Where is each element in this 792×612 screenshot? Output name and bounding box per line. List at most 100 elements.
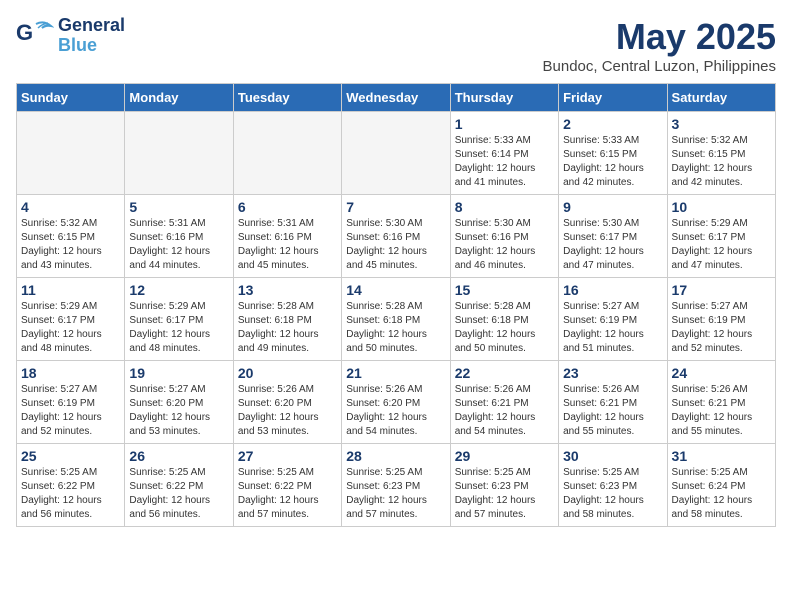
day-number: 14 <box>346 282 445 298</box>
day-number: 10 <box>672 199 771 215</box>
calendar-week-row: 18 Sunrise: 5:27 AM Sunset: 6:19 PM Dayli… <box>17 361 776 444</box>
day-info: Sunrise: 5:32 AM Sunset: 6:15 PM Dayligh… <box>21 217 120 273</box>
calendar-week-row: 4 Sunrise: 5:32 AM Sunset: 6:15 PM Daylig… <box>17 195 776 278</box>
logo-icon: G <box>16 18 54 54</box>
day-info: Sunrise: 5:31 AM Sunset: 6:16 PM Dayligh… <box>238 217 337 273</box>
day-number: 27 <box>238 448 337 464</box>
day-number: 3 <box>672 116 771 132</box>
calendar-cell: 5Sunrise: 5:31 AM Sunset: 6:16 PM Daylig… <box>125 195 233 278</box>
calendar-week-row: 1Sunrise: 5:33 AM Sunset: 6:14 PM Daylig… <box>17 112 776 195</box>
calendar-cell: 28 Sunrise: 5:25 AM Sunset: 6:23 PM Dayli… <box>342 444 450 527</box>
day-info: Sunrise: 5:25 AM Sunset: 6:23 PM Dayligh… <box>346 466 445 522</box>
logo: G General Blue <box>16 16 125 56</box>
day-number: 7 <box>346 199 445 215</box>
weekday-header: Thursday <box>450 84 558 112</box>
day-number: 16 <box>563 282 662 298</box>
day-number: 6 <box>238 199 337 215</box>
day-info: Sunrise: 5:26 AM Sunset: 6:21 PM Dayligh… <box>455 383 554 439</box>
calendar-cell: 27 Sunrise: 5:25 AM Sunset: 6:22 PM Dayli… <box>233 444 341 527</box>
title-block: May 2025 Bundoc, Central Luzon, Philippi… <box>543 16 776 75</box>
day-number: 4 <box>21 199 120 215</box>
calendar-cell <box>342 112 450 195</box>
calendar-header-row: SundayMondayTuesdayWednesdayThursdayFrid… <box>17 84 776 112</box>
day-info: Sunrise: 5:27 AM Sunset: 6:19 PM Dayligh… <box>672 300 771 356</box>
day-info: Sunrise: 5:25 AM Sunset: 6:22 PM Dayligh… <box>129 466 228 522</box>
day-number: 11 <box>21 282 120 298</box>
day-number: 31 <box>672 448 771 464</box>
calendar-cell: 17 Sunrise: 5:27 AM Sunset: 6:19 PM Dayli… <box>667 278 775 361</box>
calendar-week-row: 25 Sunrise: 5:25 AM Sunset: 6:22 PM Dayli… <box>17 444 776 527</box>
calendar-cell: 25Sunrise: 5:25 AM Sunset: 6:22 PM Dayli… <box>17 444 125 527</box>
day-info: Sunrise: 5:27 AM Sunset: 6:19 PM Dayligh… <box>21 383 120 439</box>
calendar-cell: 15Sunrise: 5:28 AM Sunset: 6:18 PM Dayli… <box>450 278 558 361</box>
day-info: Sunrise: 5:26 AM Sunset: 6:20 PM Dayligh… <box>238 383 337 439</box>
day-number: 24 <box>672 365 771 381</box>
day-number: 26 <box>129 448 228 464</box>
day-info: Sunrise: 5:26 AM Sunset: 6:20 PM Dayligh… <box>346 383 445 439</box>
logo-blue: Blue <box>58 36 125 56</box>
calendar-cell: 11Sunrise: 5:29 AM Sunset: 6:17 PM Dayli… <box>17 278 125 361</box>
calendar-cell: 8Sunrise: 5:30 AM Sunset: 6:16 PM Daylig… <box>450 195 558 278</box>
day-number: 29 <box>455 448 554 464</box>
day-number: 17 <box>672 282 771 298</box>
weekday-header: Monday <box>125 84 233 112</box>
day-number: 15 <box>455 282 554 298</box>
calendar-cell: 26 Sunrise: 5:25 AM Sunset: 6:22 PM Dayli… <box>125 444 233 527</box>
day-number: 9 <box>563 199 662 215</box>
calendar-cell: 19 Sunrise: 5:27 AM Sunset: 6:20 PM Dayli… <box>125 361 233 444</box>
calendar-cell: 4 Sunrise: 5:32 AM Sunset: 6:15 PM Daylig… <box>17 195 125 278</box>
logo-general: General <box>58 16 125 36</box>
calendar-cell: 10 Sunrise: 5:29 AM Sunset: 6:17 PM Dayli… <box>667 195 775 278</box>
day-number: 30 <box>563 448 662 464</box>
day-number: 22 <box>455 365 554 381</box>
calendar-cell: 16Sunrise: 5:27 AM Sunset: 6:19 PM Dayli… <box>559 278 667 361</box>
calendar-cell: 23Sunrise: 5:26 AM Sunset: 6:21 PM Dayli… <box>559 361 667 444</box>
svg-text:G: G <box>16 20 33 45</box>
day-info: Sunrise: 5:29 AM Sunset: 6:17 PM Dayligh… <box>672 217 771 273</box>
day-number: 21 <box>346 365 445 381</box>
calendar-cell: 14 Sunrise: 5:28 AM Sunset: 6:18 PM Dayli… <box>342 278 450 361</box>
day-number: 23 <box>563 365 662 381</box>
day-info: Sunrise: 5:25 AM Sunset: 6:24 PM Dayligh… <box>672 466 771 522</box>
day-number: 19 <box>129 365 228 381</box>
day-info: Sunrise: 5:28 AM Sunset: 6:18 PM Dayligh… <box>238 300 337 356</box>
month-title: May 2025 <box>543 16 776 58</box>
calendar-cell: 7 Sunrise: 5:30 AM Sunset: 6:16 PM Daylig… <box>342 195 450 278</box>
calendar-cell: 1Sunrise: 5:33 AM Sunset: 6:14 PM Daylig… <box>450 112 558 195</box>
calendar-table: SundayMondayTuesdayWednesdayThursdayFrid… <box>16 83 776 527</box>
day-info: Sunrise: 5:28 AM Sunset: 6:18 PM Dayligh… <box>346 300 445 356</box>
day-number: 1 <box>455 116 554 132</box>
day-number: 12 <box>129 282 228 298</box>
day-info: Sunrise: 5:25 AM Sunset: 6:23 PM Dayligh… <box>563 466 662 522</box>
calendar-cell: 29 Sunrise: 5:25 AM Sunset: 6:23 PM Dayli… <box>450 444 558 527</box>
day-number: 2 <box>563 116 662 132</box>
day-number: 18 <box>21 365 120 381</box>
location: Bundoc, Central Luzon, Philippines <box>543 58 776 75</box>
calendar-cell: 22 Sunrise: 5:26 AM Sunset: 6:21 PM Dayli… <box>450 361 558 444</box>
calendar-cell: 2 Sunrise: 5:33 AM Sunset: 6:15 PM Daylig… <box>559 112 667 195</box>
day-info: Sunrise: 5:33 AM Sunset: 6:15 PM Dayligh… <box>563 134 662 190</box>
day-number: 28 <box>346 448 445 464</box>
day-info: Sunrise: 5:30 AM Sunset: 6:16 PM Dayligh… <box>346 217 445 273</box>
calendar-cell: 18 Sunrise: 5:27 AM Sunset: 6:19 PM Dayli… <box>17 361 125 444</box>
calendar-cell <box>125 112 233 195</box>
day-info: Sunrise: 5:27 AM Sunset: 6:20 PM Dayligh… <box>129 383 228 439</box>
weekday-header: Sunday <box>17 84 125 112</box>
calendar-cell: 12Sunrise: 5:29 AM Sunset: 6:17 PM Dayli… <box>125 278 233 361</box>
calendar-cell: 30 Sunrise: 5:25 AM Sunset: 6:23 PM Dayli… <box>559 444 667 527</box>
calendar-cell: 31 Sunrise: 5:25 AM Sunset: 6:24 PM Dayli… <box>667 444 775 527</box>
day-number: 20 <box>238 365 337 381</box>
day-info: Sunrise: 5:26 AM Sunset: 6:21 PM Dayligh… <box>672 383 771 439</box>
day-number: 8 <box>455 199 554 215</box>
day-info: Sunrise: 5:25 AM Sunset: 6:22 PM Dayligh… <box>238 466 337 522</box>
day-number: 25 <box>21 448 120 464</box>
day-number: 13 <box>238 282 337 298</box>
calendar-cell <box>17 112 125 195</box>
calendar-cell: 24 Sunrise: 5:26 AM Sunset: 6:21 PM Dayli… <box>667 361 775 444</box>
page-header: G General Blue May 2025 Bundoc, Central … <box>16 16 776 75</box>
calendar-cell: 13 Sunrise: 5:28 AM Sunset: 6:18 PM Dayli… <box>233 278 341 361</box>
day-number: 5 <box>129 199 228 215</box>
day-info: Sunrise: 5:25 AM Sunset: 6:23 PM Dayligh… <box>455 466 554 522</box>
day-info: Sunrise: 5:30 AM Sunset: 6:17 PM Dayligh… <box>563 217 662 273</box>
weekday-header: Wednesday <box>342 84 450 112</box>
